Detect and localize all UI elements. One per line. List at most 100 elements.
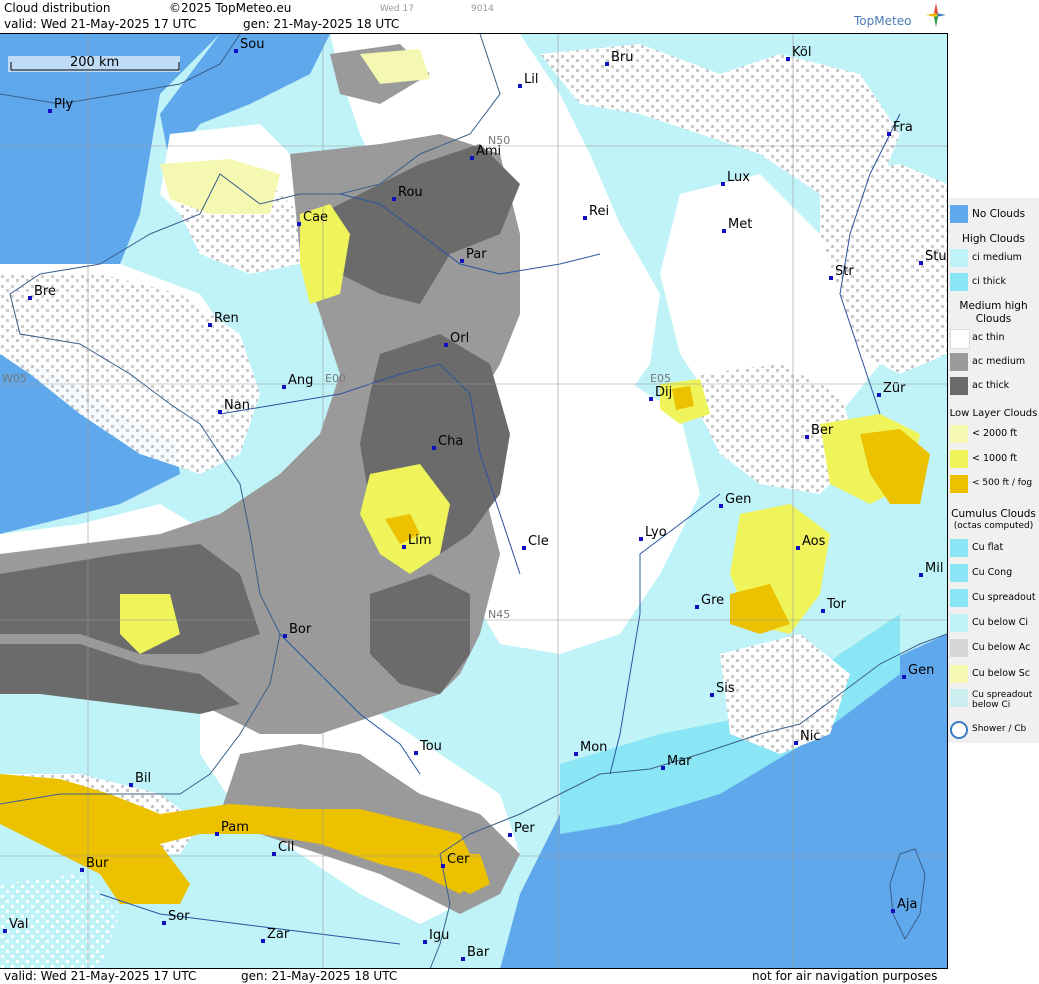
- city-marker: [48, 109, 52, 113]
- city-marker: [3, 929, 7, 933]
- city-label: Cle: [528, 534, 549, 549]
- city-marker: [460, 259, 464, 263]
- city-label: Zar: [267, 927, 290, 942]
- legend-shower: Shower / Cb: [948, 720, 1039, 742]
- city-marker: [283, 634, 287, 638]
- city-marker: [508, 833, 512, 837]
- legend-label-low-1000: < 1000 ft: [972, 453, 1018, 464]
- compass-star-icon: [926, 3, 946, 27]
- legend-no-clouds: No Clouds: [948, 204, 1039, 226]
- legend-cu-cong: Cu Cong: [948, 563, 1039, 585]
- city-marker: [919, 573, 923, 577]
- city-label: Lux: [727, 170, 750, 185]
- city-label: Str: [835, 264, 854, 279]
- city-label: Cil: [278, 840, 294, 855]
- city-marker: [522, 546, 526, 550]
- city-marker: [583, 216, 587, 220]
- city-label: Zür: [883, 381, 906, 396]
- city-label: Ami: [476, 144, 501, 159]
- city-marker: [282, 385, 286, 389]
- city-marker: [518, 84, 522, 88]
- legend-cu-spreadout: Cu spreadout: [948, 588, 1039, 610]
- valid-time: valid: Wed 21-May-2025 17 UTC: [4, 17, 197, 31]
- cloud-map[interactable]: N50 N45 W05 E00 E05 200 km Sou Köl Lil Bru P…: [0, 33, 948, 969]
- city-marker: [574, 752, 578, 756]
- city-marker: [208, 323, 212, 327]
- city-label: Bre: [34, 284, 56, 299]
- city-label: Tor: [826, 597, 847, 612]
- city-marker: [470, 156, 474, 160]
- footer: valid: Wed 21-May-2025 17 UTC gen: 21-Ma…: [0, 968, 948, 984]
- city-label: Par: [466, 247, 487, 262]
- legend-ci-thick: ci thick: [948, 272, 1039, 294]
- cloud-map-canvas: N50 N45 W05 E00 E05 200 km SouKölLilBruP…: [0, 34, 947, 969]
- legend-label-low-2000: < 2000 ft: [972, 428, 1018, 439]
- city-label: Bil: [135, 771, 151, 786]
- legend-label-shower: Shower / Cb: [972, 724, 1027, 734]
- city-label: Aos: [802, 534, 826, 549]
- legend-cu-below-ci: Cu below Ci: [948, 613, 1039, 635]
- city-label: Dij: [655, 385, 672, 400]
- grid-label-n45: N45: [488, 608, 510, 621]
- city-label: Nic: [800, 729, 820, 744]
- city-marker: [796, 546, 800, 550]
- city-marker: [891, 909, 895, 913]
- legend-ac-thin: ac thin: [948, 328, 1039, 350]
- city-label: Ang: [288, 373, 313, 388]
- city-marker: [272, 852, 276, 856]
- scale-bar: 200 km: [8, 55, 180, 72]
- city-label: Nan: [224, 398, 250, 413]
- city-marker: [28, 296, 32, 300]
- city-label: Fra: [893, 120, 913, 135]
- map-title: Cloud distribution: [4, 1, 111, 15]
- city-marker: [215, 832, 219, 836]
- legend-swatch-cu-below-ac: [950, 639, 968, 657]
- city-marker: [661, 766, 665, 770]
- city-marker: [234, 49, 238, 53]
- topmeteo-logo: TopMeteo: [854, 14, 912, 28]
- city-label: Orl: [450, 331, 469, 346]
- legend-label-ac-thick: ac thick: [972, 380, 1010, 391]
- city-marker: [721, 182, 725, 186]
- legend-swatch-low-2000: [950, 425, 968, 443]
- legend-swatch-ci-thick: [950, 273, 968, 291]
- legend-medium-title: Medium high Clouds: [959, 300, 1028, 325]
- legend-swatch-ci-medium: [950, 249, 968, 267]
- footer-gen-time: gen: 21-May-2025 18 UTC: [241, 969, 398, 983]
- legend-swatch-cu-cong: [950, 564, 968, 582]
- legend-swatch-ac-thin: [950, 329, 970, 349]
- city-label: Sor: [168, 909, 190, 924]
- legend-label-cu-below-ac: Cu below Ac: [972, 642, 1031, 653]
- city-marker: [423, 940, 427, 944]
- scale-bar-label: 200 km: [70, 55, 119, 70]
- city-label: Per: [514, 821, 535, 836]
- footer-valid-time: valid: Wed 21-May-2025 17 UTC: [4, 969, 197, 983]
- city-marker: [444, 343, 448, 347]
- city-marker: [297, 222, 301, 226]
- city-marker: [786, 57, 790, 61]
- city-marker: [441, 864, 445, 868]
- grid-label-e05: E05: [650, 372, 671, 385]
- legend-low-1000: < 1000 ft: [948, 449, 1039, 471]
- legend-label-ci-medium: ci medium: [972, 252, 1022, 263]
- copyright: ©2025 TopMeteo.eu: [169, 1, 292, 15]
- city-label: Cha: [438, 434, 463, 449]
- city-label: Stu: [925, 249, 947, 264]
- legend-high-title: High Clouds: [962, 233, 1025, 245]
- legend-cu-below-ac: Cu below Ac: [948, 638, 1039, 660]
- city-marker: [877, 393, 881, 397]
- city-label: Mil: [925, 561, 943, 576]
- grid-label-e00: E00: [325, 372, 346, 385]
- city-label: Lyo: [645, 525, 667, 540]
- city-marker: [218, 410, 222, 414]
- grid-label-w05: W05: [2, 372, 27, 385]
- city-label: Bru: [611, 50, 634, 65]
- city-label: Köl: [792, 45, 811, 60]
- day-tag: Wed 17: [380, 4, 414, 14]
- legend-swatch-cu-spreadout: [950, 589, 968, 607]
- city-marker: [402, 545, 406, 549]
- legend-cu-subtitle: (octas computed): [953, 521, 1034, 531]
- header: Cloud distribution ©2025 TopMeteo.eu val…: [0, 0, 948, 32]
- city-marker: [129, 783, 133, 787]
- legend-label-cu-spread-ci: Cu spreadout below Ci: [972, 690, 1033, 710]
